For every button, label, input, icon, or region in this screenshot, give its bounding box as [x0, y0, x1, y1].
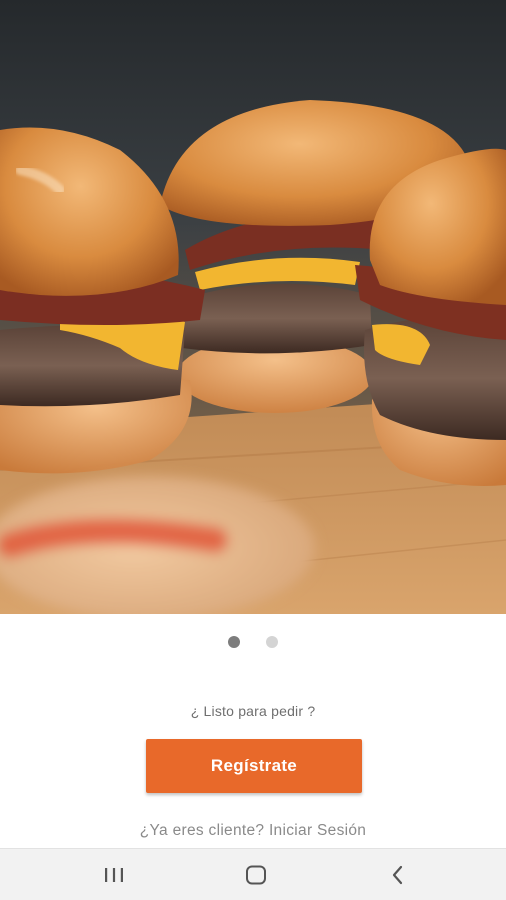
onboarding-screen: ¿ Listo para pedir ? Regístrate ¿Ya eres…: [0, 0, 506, 900]
hero-image: [0, 0, 506, 614]
home-button[interactable]: [228, 857, 284, 893]
page-dot-1[interactable]: [228, 636, 240, 648]
order-prompt-text: ¿ Listo para pedir ?: [190, 703, 316, 719]
system-navigation-bar: [0, 848, 506, 900]
register-button[interactable]: Regístrate: [146, 739, 362, 793]
home-icon: [246, 865, 266, 885]
back-button[interactable]: [370, 857, 426, 893]
page-dot-2[interactable]: [266, 636, 278, 648]
recents-icon: [105, 868, 123, 882]
login-link[interactable]: ¿Ya eres cliente? Iniciar Sesión: [0, 822, 506, 840]
recents-button[interactable]: [86, 857, 142, 893]
burger-sliders-photo: [0, 0, 506, 614]
back-icon: [392, 865, 403, 885]
page-indicator: [0, 635, 506, 649]
